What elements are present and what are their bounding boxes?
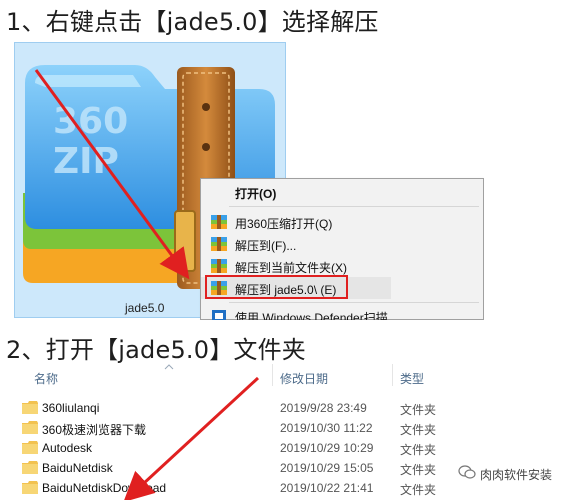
wechat-icon: [458, 463, 476, 481]
svg-text:360: 360: [53, 101, 128, 142]
folder-icon: [22, 461, 38, 474]
item-name: 360liulanqi: [42, 401, 100, 415]
item-name: 360极速浏览器下载: [42, 423, 147, 437]
item-type: 文件夹: [400, 423, 437, 437]
sort-chevron-icon: [164, 364, 174, 370]
column-divider[interactable]: [272, 364, 273, 386]
item-type: 文件夹: [400, 463, 437, 477]
item-name: BaiduNetdiskDownload: [42, 481, 167, 495]
360zip-small-icon: [211, 215, 227, 229]
folder-icon: [22, 421, 38, 434]
menu-item-open[interactable]: 打开(O): [201, 181, 483, 203]
list-item[interactable]: Autodesk 2019/10/29 10:29 文件夹: [14, 438, 569, 458]
item-type: 文件夹: [400, 403, 437, 417]
menu-item-extract-to-jade[interactable]: 解压到 jade5.0\ (E): [201, 275, 391, 299]
menu-item-extract-here[interactable]: 解压到当前文件夹(X): [201, 255, 483, 277]
highlight-box: [205, 275, 348, 299]
step2-title: 2、打开【jade5.0】文件夹: [6, 336, 307, 364]
menu-item-extract-to[interactable]: 解压到(F)...: [201, 233, 483, 255]
list-item[interactable]: 360极速浏览器下载 2019/10/30 11:22 文件夹: [14, 418, 569, 438]
watermark: 肉肉软件安装: [480, 468, 553, 482]
column-header-date[interactable]: 修改日期: [280, 370, 328, 387]
menu-separator: [229, 206, 479, 207]
item-type: 文件夹: [400, 483, 437, 497]
360zip-small-icon: [211, 237, 227, 251]
menu-item-open-with-360zip[interactable]: 用360压缩打开(Q): [201, 211, 483, 233]
windows-defender-icon: [211, 309, 227, 320]
file-name-label: jade5.0: [125, 301, 165, 315]
360zip-small-icon: [211, 259, 227, 273]
column-header-type[interactable]: 类型: [400, 370, 424, 387]
folder-icon: [22, 441, 38, 454]
context-menu: 打开(O) 用360压缩打开(Q) 解压到(F)... 解压到当前文件夹(X): [200, 178, 484, 320]
folder-icon: [22, 481, 38, 494]
item-type: 文件夹: [400, 443, 437, 457]
item-date: 2019/10/22 21:41: [280, 481, 374, 495]
list-item[interactable]: 360liulanqi 2019/9/28 23:49 文件夹: [14, 398, 569, 418]
item-date: 2019/10/29 15:05: [280, 461, 374, 475]
item-date: 2019/9/28 23:49: [280, 401, 367, 415]
menu-separator: [229, 302, 479, 303]
folder-icon: [22, 401, 38, 414]
step1-title: 1、右键点击【jade5.0】选择解压: [6, 8, 379, 36]
item-date: 2019/10/30 11:22: [280, 421, 373, 435]
column-divider[interactable]: [392, 364, 393, 386]
column-header-name[interactable]: 名称: [34, 370, 58, 387]
step1-screenshot: 360 ZIP jade5.0 打开(O) 用360压缩打开(Q) 解压到(F)…: [14, 42, 484, 320]
item-date: 2019/10/29 10:29: [280, 441, 374, 455]
menu-item-defender-scan[interactable]: 使用 Windows Defender扫描...: [201, 305, 483, 320]
svg-text:ZIP: ZIP: [53, 141, 119, 182]
item-name: BaiduNetdisk: [42, 461, 113, 475]
item-name: Autodesk: [42, 441, 93, 455]
